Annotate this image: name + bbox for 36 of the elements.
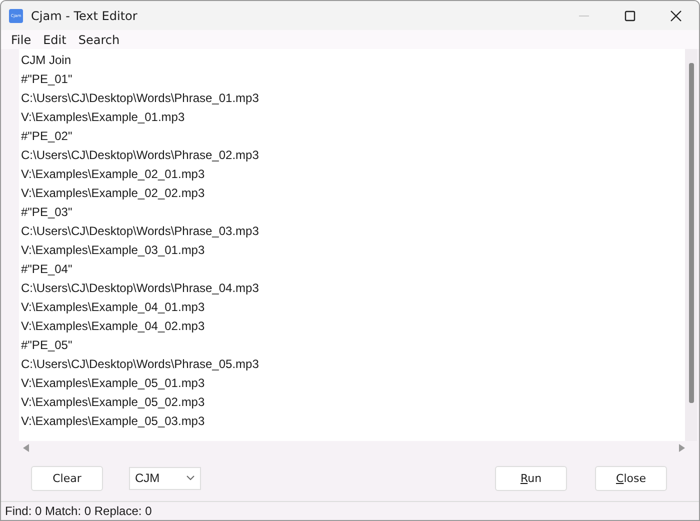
- text-line: #"PE_02": [21, 128, 74, 145]
- text-line: C:\Users\CJ\Desktop\Words\Phrase_03.mp3: [21, 223, 260, 240]
- chevron-down-icon: [186, 475, 195, 481]
- close-button[interactable]: Close: [595, 466, 667, 490]
- run-button[interactable]: Run: [495, 466, 567, 490]
- text-line: C:\Users\CJ\Desktop\Words\Phrase_05.mp3: [21, 356, 260, 373]
- text-line: V:\Examples\Example_02_02.mp3: [21, 185, 206, 202]
- text-line: #"PE_04": [21, 261, 74, 278]
- text-line: V:\Examples\Example_02_01.mp3: [21, 166, 206, 183]
- close-icon: [670, 10, 682, 22]
- horizontal-scrollbar[interactable]: [23, 441, 685, 455]
- menu-item[interactable]: File: [5, 32, 38, 46]
- text-line: C:\Users\CJ\Desktop\Words\Phrase_01.mp3: [21, 90, 260, 107]
- text-line: V:\Examples\Example_05_03.mp3: [21, 413, 206, 430]
- text-line: V:\Examples\Example_05_01.mp3: [21, 375, 206, 392]
- scroll-right-arrow-icon[interactable]: [679, 444, 685, 452]
- text-line: #"PE_03": [21, 204, 74, 221]
- status-bar: Find: 0 Match: 0 Replace: 0: [1, 501, 699, 520]
- clear-button[interactable]: Clear: [31, 466, 103, 490]
- text-line: #"PE_01": [21, 71, 74, 88]
- text-line: CJM Join: [21, 52, 72, 69]
- text-line: V:\Examples\Example_03_01.mp3: [21, 242, 206, 259]
- maximize-icon: [624, 10, 636, 22]
- window-title: Cjam - Text Editor: [31, 8, 138, 22]
- text-line: V:\Examples\Example_05_02.mp3: [21, 394, 206, 411]
- text-line: #"PE_05": [21, 337, 74, 354]
- mode-dropdown[interactable]: CJM: [129, 466, 201, 490]
- text-line: C:\Users\CJ\Desktop\Words\Phrase_02.mp3: [21, 147, 260, 164]
- menu-item[interactable]: Search: [72, 32, 126, 46]
- menu-item[interactable]: Edit: [37, 32, 72, 46]
- text-line: V:\Examples\Example_04_02.mp3: [21, 318, 206, 335]
- vertical-scrollbar[interactable]: [685, 49, 697, 441]
- text-line: V:\Examples\Example_04_01.mp3: [21, 299, 206, 316]
- scroll-left-arrow-icon[interactable]: [23, 444, 29, 452]
- text-line: C:\Users\CJ\Desktop\Words\Phrase_04.mp3: [21, 280, 260, 297]
- text-line: V:\Examples\Example_01.mp3: [21, 109, 186, 126]
